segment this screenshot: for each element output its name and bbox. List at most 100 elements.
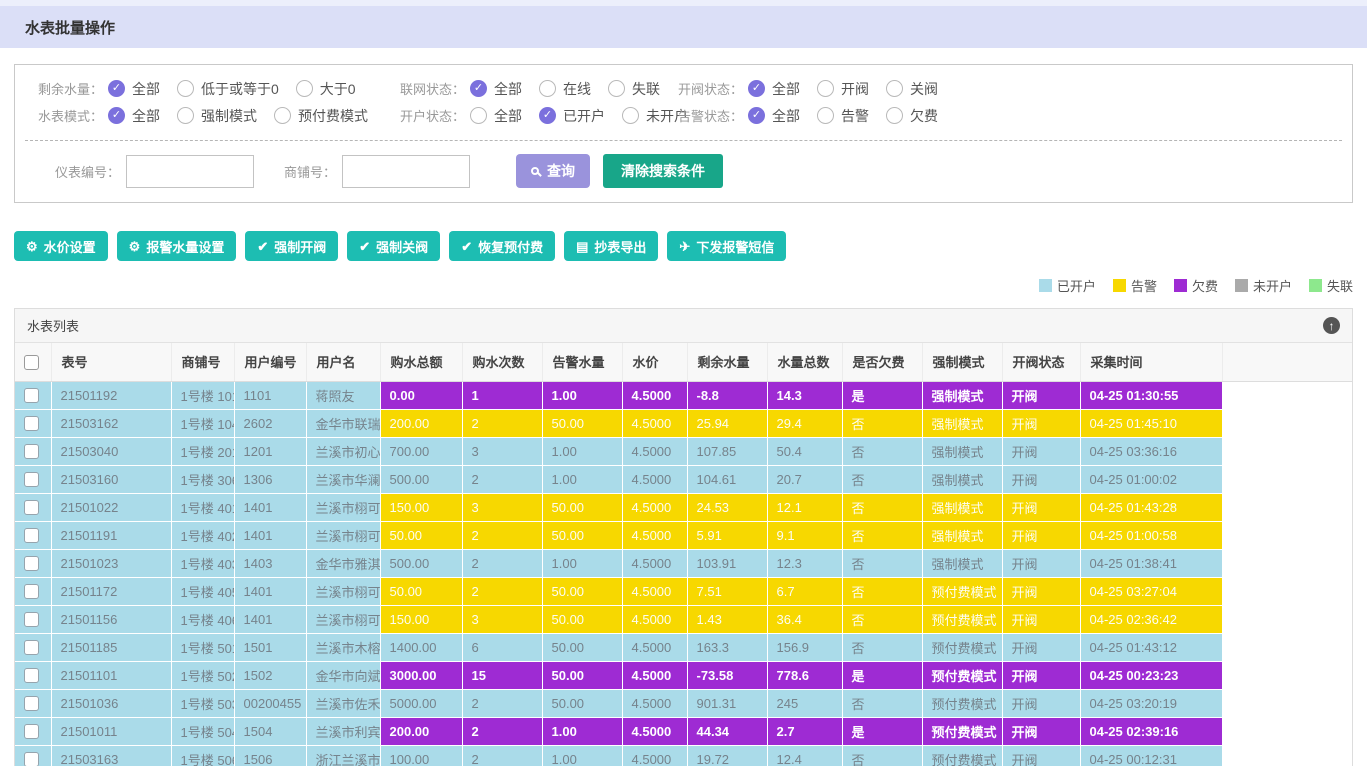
meter-reading-export-button[interactable]: ▤抄表导出 bbox=[564, 231, 658, 261]
clear-search-button[interactable]: 清除搜索条件 bbox=[603, 154, 723, 188]
radio-alarm-status-option-0[interactable]: ✓ 全部 bbox=[748, 106, 800, 126]
filter-row-1: 剩余水量：✓全部低于或等于0大于0联网状态：✓全部在线失联开阀状态：✓全部开阀关… bbox=[15, 75, 1352, 102]
radio-meter-mode-option-2[interactable]: 预付费模式 bbox=[274, 106, 368, 126]
select-all-checkbox[interactable] bbox=[24, 355, 39, 370]
row-checkbox[interactable] bbox=[24, 584, 39, 599]
row-checkbox-cell bbox=[15, 661, 51, 689]
cell-collect-time: 04-25 03:20:19 bbox=[1080, 689, 1222, 717]
divider bbox=[25, 140, 1342, 141]
radio-meter-mode-option-1[interactable]: 强制模式 bbox=[177, 106, 257, 126]
cell-shop-no: 1号楼 501 bbox=[171, 633, 234, 661]
radio-valve-status-option-1[interactable]: 开阀 bbox=[817, 79, 869, 99]
radio-remaining-volume-option-1[interactable]: 低于或等于0 bbox=[177, 79, 279, 99]
cell-meter-no: 21503040 bbox=[51, 437, 171, 465]
send-alarm-sms-button[interactable]: ✈下发报警短信 bbox=[667, 231, 786, 261]
cell-volume-total: 156.9 bbox=[767, 633, 842, 661]
restore-prepaid-button[interactable]: ✔恢复预付费 bbox=[449, 231, 555, 261]
row-checkbox[interactable] bbox=[24, 668, 39, 683]
row-checkbox[interactable] bbox=[24, 528, 39, 543]
cell-valve: 开阀 bbox=[1002, 633, 1080, 661]
radio-network-status-option-0[interactable]: ✓全部 bbox=[470, 79, 522, 99]
cell-buy-total: 500.00 bbox=[380, 549, 462, 577]
row-checkbox[interactable] bbox=[24, 500, 39, 515]
row-checkbox[interactable] bbox=[24, 472, 39, 487]
cell-remaining: 103.91 bbox=[687, 549, 767, 577]
cell-alarm-volume: 50.00 bbox=[542, 493, 622, 521]
radio-remaining-volume-option-2[interactable]: 大于0 bbox=[296, 79, 356, 99]
cell-remaining: 163.3 bbox=[687, 633, 767, 661]
row-checkbox-cell bbox=[15, 605, 51, 633]
query-button-label: 查询 bbox=[547, 161, 575, 181]
row-checkbox-cell bbox=[15, 633, 51, 661]
radio-alarm-status-option-2[interactable]: 欠费 bbox=[886, 106, 938, 126]
row-checkbox[interactable] bbox=[24, 416, 39, 431]
legend-label: 已开户 bbox=[1057, 276, 1096, 295]
blank-cell bbox=[1222, 493, 1352, 521]
cell-user-name: 兰溪市华澜工贸 bbox=[306, 465, 380, 493]
radio-valve-status-option-0[interactable]: ✓全部 bbox=[748, 79, 800, 99]
collapse-up-icon[interactable]: ↑ bbox=[1323, 317, 1340, 334]
row-checkbox[interactable] bbox=[24, 696, 39, 711]
column-header: 剩余水量 bbox=[687, 343, 767, 381]
cell-shop-no: 1号楼 201 bbox=[171, 437, 234, 465]
cell-shop-no: 1号楼 504 bbox=[171, 717, 234, 745]
cell-arrears: 是 bbox=[842, 717, 922, 745]
radio-valve-status-option-2[interactable]: 关阀 bbox=[886, 79, 938, 99]
row-checkbox-cell bbox=[15, 409, 51, 437]
radio-option-label: 告警 bbox=[841, 106, 869, 126]
radio-network-status-option-2[interactable]: 失联 bbox=[608, 79, 660, 99]
filter-group-account-status: 开户状态：全部✓已开户未开户 bbox=[387, 106, 665, 126]
table-row: 215011011号楼 5021502金华市向斌工贸3000.001550.00… bbox=[15, 661, 1352, 689]
tool-button-label: 强制关阀 bbox=[376, 237, 428, 256]
cell-user-name: 金华市联瑞工贸 bbox=[306, 409, 380, 437]
radio-unchecked-icon bbox=[470, 107, 487, 124]
radio-alarm-status-option-1[interactable]: 告警 bbox=[817, 106, 869, 126]
radio-checked-icon: ✓ bbox=[748, 107, 765, 124]
radio-account-status-option-0[interactable]: 全部 bbox=[470, 106, 522, 126]
water-price-settings-button[interactable]: ⚙水价设置 bbox=[14, 231, 108, 261]
radio-unchecked-icon bbox=[296, 80, 313, 97]
alarm-volume-settings-button[interactable]: ⚙报警水量设置 bbox=[117, 231, 237, 261]
radio-unchecked-icon bbox=[886, 107, 903, 124]
cell-meter-no: 21501023 bbox=[51, 549, 171, 577]
table-row: 215011561号楼 4061401兰溪市栩可锦150.00350.004.5… bbox=[15, 605, 1352, 633]
filter-group-label: 告警状态： bbox=[665, 106, 743, 125]
row-checkbox[interactable] bbox=[24, 556, 39, 571]
cell-alarm-volume: 50.00 bbox=[542, 633, 622, 661]
row-checkbox[interactable] bbox=[24, 724, 39, 739]
check-icon: ✔ bbox=[257, 240, 268, 253]
radio-option-label: 开阀 bbox=[841, 79, 869, 99]
tool-button-label: 抄表导出 bbox=[594, 237, 646, 256]
cell-meter-no: 21501101 bbox=[51, 661, 171, 689]
cell-shop-no: 1号楼 405 bbox=[171, 577, 234, 605]
force-close-valve-button[interactable]: ✔强制关阀 bbox=[347, 231, 440, 261]
radio-remaining-volume-option-0[interactable]: ✓全部 bbox=[108, 79, 160, 99]
row-checkbox[interactable] bbox=[24, 444, 39, 459]
cell-meter-no: 21503162 bbox=[51, 409, 171, 437]
row-checkbox[interactable] bbox=[24, 640, 39, 655]
cell-arrears: 否 bbox=[842, 437, 922, 465]
radio-meter-mode-option-0[interactable]: ✓全部 bbox=[108, 106, 160, 126]
cell-volume-total: 778.6 bbox=[767, 661, 842, 689]
cell-collect-time: 04-25 01:38:41 bbox=[1080, 549, 1222, 577]
query-button[interactable]: 查询 bbox=[516, 154, 590, 188]
cell-arrears: 是 bbox=[842, 381, 922, 409]
force-open-valve-button[interactable]: ✔强制开阀 bbox=[245, 231, 338, 261]
cell-user-no: 2602 bbox=[234, 409, 306, 437]
radio-checked-icon: ✓ bbox=[539, 107, 556, 124]
cell-meter-no: 21501192 bbox=[51, 381, 171, 409]
radio-option-label: 全部 bbox=[772, 106, 800, 126]
cell-price: 4.5000 bbox=[622, 437, 687, 465]
row-checkbox[interactable] bbox=[24, 752, 39, 766]
column-header: 表号 bbox=[51, 343, 171, 381]
shop-no-input[interactable] bbox=[342, 155, 470, 188]
row-checkbox[interactable] bbox=[24, 388, 39, 403]
meter-no-input[interactable] bbox=[126, 155, 254, 188]
cell-alarm-volume: 50.00 bbox=[542, 577, 622, 605]
radio-account-status-option-1[interactable]: ✓已开户 bbox=[539, 106, 605, 126]
cell-user-name: 兰溪市栩可锦 bbox=[306, 577, 380, 605]
radio-network-status-option-1[interactable]: 在线 bbox=[539, 79, 591, 99]
row-checkbox[interactable] bbox=[24, 612, 39, 627]
cell-mode: 预付费模式 bbox=[922, 577, 1002, 605]
meter-table: 表号商铺号用户编号用户名购水总额购水次数告警水量水价剩余水量水量总数是否欠费强制… bbox=[15, 343, 1352, 766]
